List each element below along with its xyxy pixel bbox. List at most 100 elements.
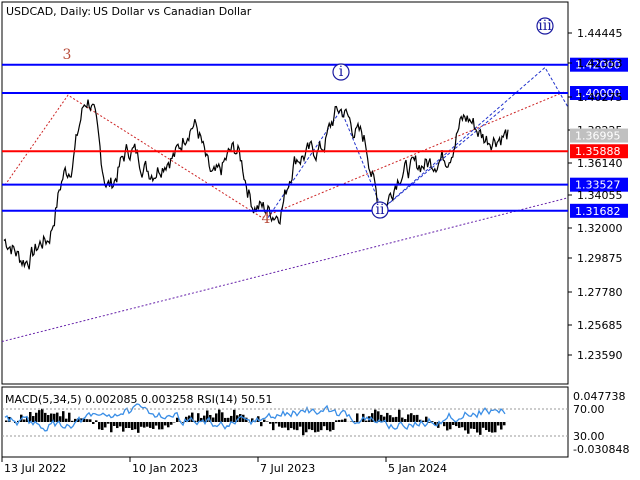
- macd-bar: [281, 422, 284, 428]
- macd-bar: [341, 419, 344, 422]
- macd-bar: [479, 422, 482, 435]
- macd-bar: [128, 422, 131, 429]
- wave-label-3: 3: [63, 47, 72, 63]
- macd-bar: [170, 422, 173, 425]
- macd-bar: [131, 422, 134, 430]
- macd-bar: [164, 422, 167, 426]
- macd-bar: [71, 420, 74, 422]
- price-tick-label-0: 1.44445: [577, 27, 623, 40]
- macd-bar: [503, 422, 506, 426]
- wave-label-i: i: [339, 64, 344, 80]
- macd-bar: [233, 409, 236, 422]
- macd-bar: [32, 416, 35, 422]
- macd-bar: [287, 422, 290, 431]
- macd-bar: [110, 422, 113, 433]
- price-tick-label-10: 1.23590: [577, 349, 623, 362]
- macd-bar: [134, 422, 137, 430]
- price-tick-label-4: 1.36140: [577, 157, 623, 170]
- macd-bar: [5, 420, 8, 422]
- macd-bar: [155, 422, 158, 426]
- macd-bar: [344, 418, 347, 422]
- macd-bar: [311, 422, 314, 431]
- macd-bar: [149, 422, 152, 428]
- macd-bar: [365, 420, 368, 422]
- time-axis: 13 Jul 2022 10 Jan 2023 7 Jul 2023 5 Jan 20…: [1, 457, 447, 475]
- macd-bar: [491, 422, 494, 433]
- time-label-2: 7 Jul 2023: [260, 462, 315, 475]
- macd-bar: [161, 422, 164, 430]
- macd-bar: [320, 422, 323, 431]
- macd-bar: [92, 422, 95, 425]
- price-tick-label-7: 1.29875: [577, 252, 623, 265]
- macd-bar: [41, 408, 44, 422]
- macd-bar: [296, 422, 299, 431]
- macd-bar: [44, 412, 47, 422]
- macd-bar: [86, 419, 89, 422]
- macd-bar: [137, 422, 140, 433]
- macd-bar: [452, 422, 455, 425]
- macd-bar: [269, 422, 272, 424]
- macd-bar: [224, 417, 227, 422]
- macd-bar: [305, 422, 308, 433]
- indicator-tick-2: 30.00: [573, 430, 605, 443]
- macd-bar: [449, 422, 452, 430]
- macd-bar: [488, 422, 491, 432]
- macd-bar: [140, 422, 143, 427]
- macd-bar: [464, 422, 467, 431]
- macd-bar: [35, 412, 38, 422]
- macd-bar: [389, 415, 392, 422]
- macd-bar: [425, 416, 428, 422]
- wave-label-iii: iii: [538, 18, 552, 34]
- level-label-4: 1.31682: [575, 205, 621, 218]
- macd-bar: [290, 422, 293, 429]
- macd-bar: [395, 416, 398, 422]
- macd-bar: [416, 414, 419, 422]
- macd-bar: [116, 422, 119, 429]
- macd-bar: [446, 422, 449, 431]
- macd-bar: [65, 418, 68, 422]
- macd-bar: [176, 417, 179, 422]
- macd-bar: [95, 420, 98, 422]
- price-tick-label-1: 1.42353: [577, 57, 623, 70]
- macd-bar: [392, 417, 395, 422]
- macd-bar: [482, 422, 485, 428]
- macd-bar: [458, 422, 461, 428]
- macd-bar: [98, 422, 101, 430]
- macd-bar: [332, 422, 335, 430]
- wave-label-4: 4: [262, 211, 271, 227]
- macd-bar: [500, 422, 503, 430]
- macd-bar: [113, 422, 116, 427]
- macd-bar: [62, 411, 65, 422]
- indicator-tick-1: 70.00: [573, 403, 605, 416]
- macd-bar: [47, 415, 50, 422]
- macd-bar: [272, 422, 275, 431]
- macd-bar: [278, 422, 281, 427]
- macd-bar: [293, 422, 296, 430]
- indicator-tick-3: -0.030848: [573, 443, 629, 456]
- macd-bar: [167, 422, 170, 428]
- macd-bar: [56, 412, 59, 422]
- macd-bar: [329, 422, 332, 432]
- wave-label-ii: ii: [376, 202, 385, 218]
- indicator-tick-0: 0.047738: [573, 390, 626, 403]
- macd-bar: [314, 422, 317, 433]
- macd-bar: [374, 409, 377, 422]
- macd-bar: [215, 413, 218, 422]
- macd-bar: [197, 413, 200, 422]
- macd-bar: [107, 422, 110, 424]
- macd-bar: [50, 413, 53, 422]
- price-tick-label-9: 1.25685: [577, 319, 623, 332]
- macd-bar: [401, 417, 404, 422]
- macd-bar: [284, 422, 287, 428]
- macd-bar: [119, 422, 122, 427]
- price-tick-label-8: 1.27780: [577, 286, 623, 299]
- time-label-0: 13 Jul 2022: [4, 462, 66, 475]
- time-label-1: 10 Jan 2023: [132, 462, 198, 475]
- macd-bar: [323, 422, 326, 427]
- time-label-3: 5 Jan 2024: [388, 462, 447, 475]
- price-tick-label-5: 1.34055: [577, 189, 623, 202]
- chart-symbol: USDCAD, Daily:: [6, 5, 91, 18]
- macd-bar: [158, 422, 161, 430]
- macd-bar: [335, 420, 338, 422]
- macd-bar: [497, 422, 500, 426]
